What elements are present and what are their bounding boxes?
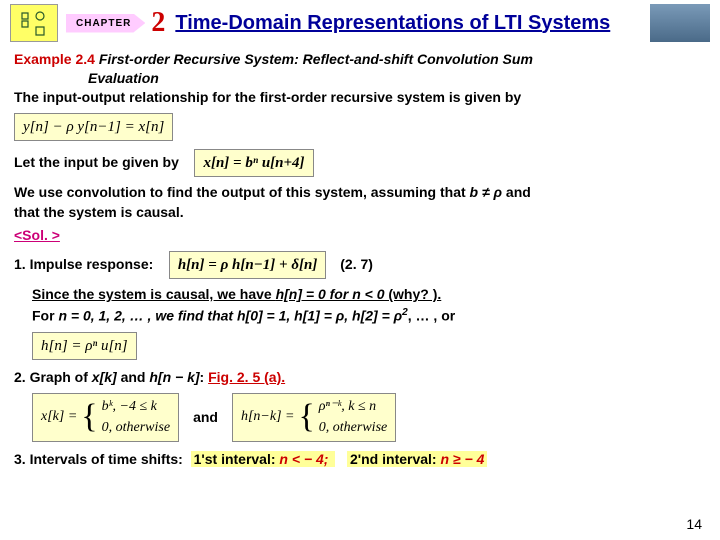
relationship-text: The input-output relationship for the fi…: [14, 88, 706, 107]
hk-case1: ρⁿ⁻ᵏ, k ≤ n: [319, 398, 387, 417]
conv-bneq: b ≠ ρ: [470, 184, 503, 200]
interval-2: 2'nd interval: n ≥ − 4: [347, 451, 487, 467]
example-heading: Example 2.4 First-order Recursive System…: [14, 50, 706, 69]
for-label: For: [32, 308, 58, 324]
page-number: 14: [686, 516, 702, 532]
step1-label: 1. Impulse response:: [14, 256, 153, 272]
case-xk: x[k] = { bᵏ, −4 ≤ k 0, otherwise: [32, 393, 179, 443]
chapter-number: 2: [151, 7, 165, 39]
cases-row: x[k] = { bᵏ, −4 ≤ k 0, otherwise and h[n…: [32, 391, 706, 445]
conv-and: and: [502, 184, 531, 200]
example-tag: Example 2.4: [14, 51, 95, 67]
xk-case2: 0, otherwise: [102, 419, 170, 438]
xk-case1: bᵏ, −4 ≤ k: [102, 398, 170, 417]
slide-title: Time-Domain Representations of LTI Syste…: [175, 12, 642, 35]
equation-system: y[n] − ρ y[n−1] = x[n]: [14, 113, 173, 141]
step3-label: 3. Intervals of time shifts:: [14, 451, 183, 467]
for-values: n = 0, 1, 2, … , we find that h[0] = 1, …: [58, 308, 402, 324]
fig-ref: Fig. 2. 5 (a).: [208, 369, 285, 385]
since-tail: (why? ).: [384, 286, 441, 302]
case-hk: h[n−k] = { ρⁿ⁻ᵏ, k ≤ n 0, otherwise: [232, 393, 396, 443]
xk-lhs: x[k] =: [41, 408, 77, 427]
s2c: and: [117, 369, 150, 385]
s2d: h[n − k]: [149, 369, 199, 385]
example-subtitle: Evaluation: [88, 69, 706, 88]
example-title: First-order Recursive System: Reflect-an…: [95, 51, 533, 67]
int1b: n < − 4;: [279, 451, 328, 467]
chapter-label: CHAPTER: [66, 14, 145, 33]
since-text: Since the system is causal, we have: [32, 286, 276, 302]
eq-ref-27: (2. 7): [340, 256, 373, 272]
step-3: 3. Intervals of time shifts: 1'st interv…: [14, 450, 706, 469]
university-logo: [10, 4, 58, 42]
brace-icon: {: [81, 402, 97, 433]
for-tail: , … , or: [408, 308, 455, 324]
logo-icon: [14, 7, 54, 39]
for-line: For n = 0, 1, 2, … , we find that h[0] =…: [32, 306, 706, 326]
step-1: 1. Impulse response: h[n] = ρ h[n−1] + δ…: [14, 249, 706, 281]
conv-line-1: We use convolution to find the output of…: [14, 183, 706, 202]
tower-image: [650, 4, 710, 42]
equation-impulse: h[n] = ρ h[n−1] + δ[n]: [169, 251, 327, 279]
equation-input: x[n] = bⁿ u[n+4]: [194, 149, 313, 177]
and-text: and: [193, 408, 218, 427]
s2a: 2. Graph of: [14, 369, 92, 385]
conv-text-1: We use convolution to find the output of…: [14, 184, 470, 200]
let-text: Let the input be given by: [14, 154, 179, 170]
hk-case2: 0, otherwise: [319, 419, 387, 438]
slide-header: CHAPTER 2 Time-Domain Representations of…: [0, 0, 720, 44]
hk-lhs: h[n−k] =: [241, 408, 295, 427]
interval-1: 1'st interval: n < − 4;: [191, 451, 336, 467]
int2b: n ≥ − 4: [440, 451, 484, 467]
eq-hn: h[n] = ρⁿ u[n]: [32, 330, 706, 362]
since-line: Since the system is causal, we have h[n]…: [32, 285, 706, 304]
solution-tag: <Sol. >: [14, 226, 706, 245]
s2b: x[k]: [92, 369, 117, 385]
int2a: 2'nd interval:: [350, 451, 440, 467]
input-line: Let the input be given by x[n] = bⁿ u[n+…: [14, 147, 706, 179]
int1a: 1'st interval:: [194, 451, 280, 467]
step-2: 2. Graph of x[k] and h[n − k]: Fig. 2. 5…: [14, 368, 706, 387]
since-cond: h[n] = 0 for n < 0: [276, 286, 385, 302]
equation-hn: h[n] = ρⁿ u[n]: [32, 332, 137, 360]
conv-line-2: that the system is causal.: [14, 203, 706, 222]
s2e: :: [200, 369, 209, 385]
brace-icon-2: {: [298, 402, 314, 433]
slide-body: Example 2.4 First-order Recursive System…: [0, 44, 720, 469]
